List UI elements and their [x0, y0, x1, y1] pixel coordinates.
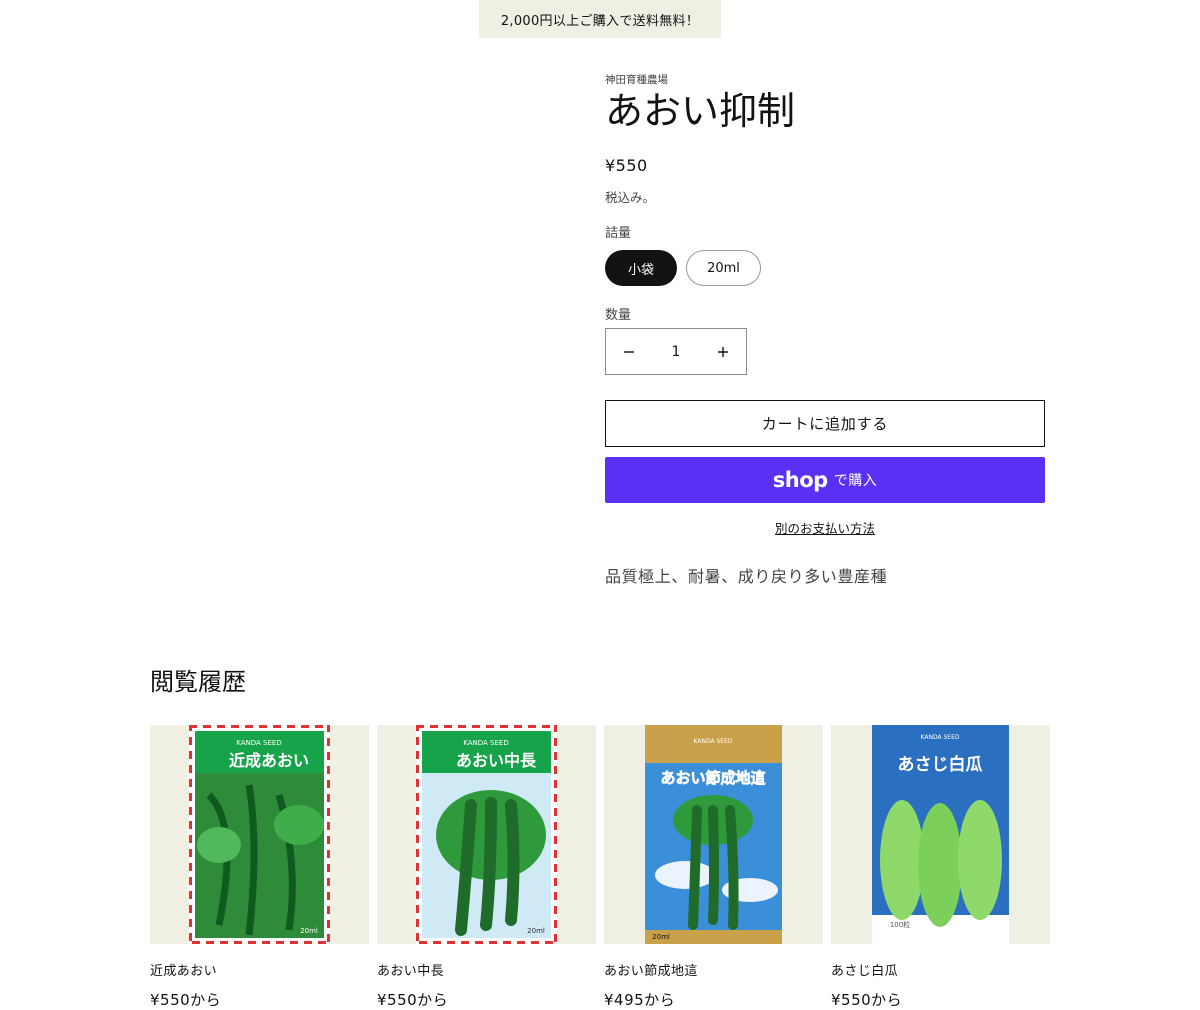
product-price: ¥550: [605, 156, 648, 175]
svg-text:20ml: 20ml: [527, 927, 545, 935]
minus-icon: [624, 350, 634, 353]
product-title: あおい抑制: [605, 89, 796, 133]
product-card-1[interactable]: KANDA SEED 近成あおい 20ml 近成あおい ¥550から: [150, 725, 369, 1010]
seed-packet-image: KANDA SEED あおい中長 20ml: [416, 725, 557, 944]
quantity-increase-button[interactable]: [700, 329, 746, 374]
product-card-name[interactable]: 近成あおい: [150, 960, 369, 979]
product-card-image[interactable]: KANDA SEED あさじ白瓜 100粒: [831, 725, 1050, 944]
svg-text:あおい中長: あおい中長: [456, 751, 537, 770]
product-card-image[interactable]: KANDA SEED あおい節成地這 20ml: [604, 725, 823, 944]
quantity-decrease-button[interactable]: [606, 329, 652, 374]
svg-text:20ml: 20ml: [300, 927, 318, 935]
product-card-name[interactable]: あさじ白瓜: [831, 960, 1050, 979]
seed-packet-image: KANDA SEED 近成あおい 20ml: [189, 725, 330, 944]
add-to-cart-button[interactable]: カートに追加する: [605, 400, 1045, 447]
recently-viewed-title: 閲覧履歴: [150, 668, 246, 696]
option-pill-20ml[interactable]: 20ml: [686, 250, 761, 286]
plus-icon: [718, 346, 728, 357]
product-card-image[interactable]: KANDA SEED あおい中長 20ml: [377, 725, 596, 944]
svg-text:20ml: 20ml: [652, 933, 670, 941]
svg-text:KANDA SEED: KANDA SEED: [463, 739, 508, 747]
announcement-text: 2,000円以上ご購入で送料無料！: [500, 13, 700, 29]
product-card-image[interactable]: KANDA SEED 近成あおい 20ml: [150, 725, 369, 944]
option-pill-label: 20ml: [707, 260, 740, 276]
quantity-label: 数量: [605, 308, 632, 323]
product-card-name[interactable]: あおい節成地這: [604, 960, 823, 979]
option-label: 詰量: [605, 226, 632, 241]
seed-packet-image: KANDA SEED あさじ白瓜 100粒: [872, 725, 1009, 944]
product-card-2[interactable]: KANDA SEED あおい中長 20ml あおい中長 ¥550から: [377, 725, 596, 1010]
product-description: 品質極上、耐暑、成り戻り多い豊産種: [605, 567, 888, 586]
product-card-4[interactable]: KANDA SEED あさじ白瓜 100粒 あさじ白瓜 ¥550から: [831, 725, 1050, 1010]
svg-text:近成あおい: 近成あおい: [229, 751, 309, 770]
quantity-input[interactable]: 1: [652, 344, 700, 360]
quantity-stepper: 1: [605, 328, 747, 375]
svg-text:KANDA SEED: KANDA SEED: [694, 738, 733, 745]
shop-pay-label: で購入: [833, 473, 878, 489]
add-to-cart-label: カートに追加する: [761, 415, 889, 433]
product-card-3[interactable]: KANDA SEED あおい節成地這 20ml あおい節成地這 ¥495から: [604, 725, 823, 1010]
product-card-name[interactable]: あおい中長: [377, 960, 596, 979]
alternate-payment-link[interactable]: 別のお支払い方法: [775, 518, 875, 537]
svg-text:あおい節成地這: あおい節成地這: [660, 769, 765, 787]
svg-text:KANDA SEED: KANDA SEED: [921, 734, 960, 741]
product-vendor: 神田育種農場: [605, 74, 668, 86]
announcement-bar: 2,000円以上ご購入で送料無料！: [479, 0, 721, 38]
shop-pay-button[interactable]: shop で購入: [605, 457, 1045, 503]
shop-pay-logo: shop: [772, 468, 828, 492]
option-pill-label: 小袋: [627, 262, 654, 278]
option-pill-small-bag[interactable]: 小袋: [605, 250, 677, 286]
svg-text:100粒: 100粒: [890, 920, 910, 929]
svg-text:KANDA SEED: KANDA SEED: [236, 739, 281, 747]
seed-packet-image: KANDA SEED あおい節成地這 20ml: [645, 725, 782, 944]
svg-text:あさじ白瓜: あさじ白瓜: [898, 754, 983, 775]
tax-note: 税込み。: [605, 190, 656, 205]
